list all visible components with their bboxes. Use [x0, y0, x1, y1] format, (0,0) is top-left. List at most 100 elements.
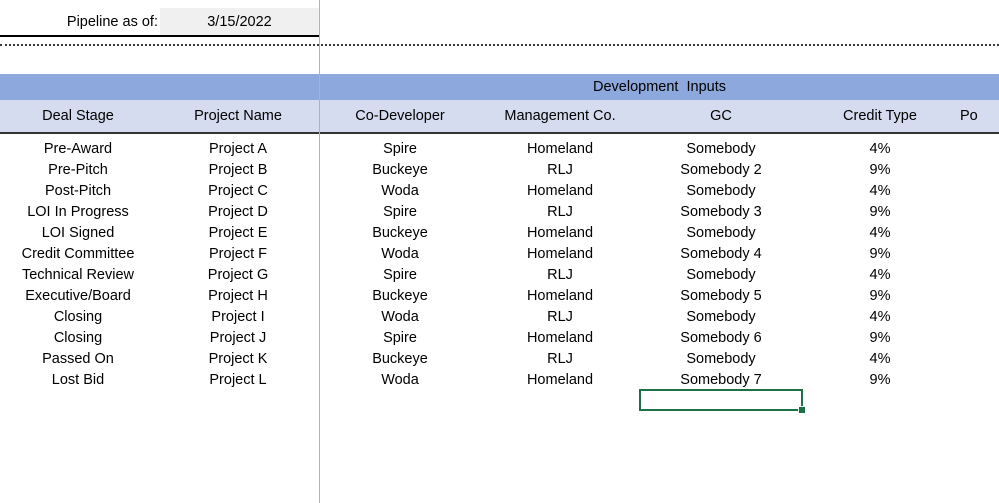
cell-credit-type[interactable]: 4%: [802, 139, 958, 160]
cell-gc[interactable]: Somebody 5: [642, 286, 800, 307]
cell-management-co[interactable]: RLJ: [480, 202, 640, 223]
cell-credit-type[interactable]: 9%: [802, 202, 958, 223]
cell-co-developer[interactable]: Spire: [322, 265, 478, 286]
cell-co-developer[interactable]: Woda: [322, 307, 478, 328]
cell-management-co[interactable]: Homeland: [480, 328, 640, 349]
column-header-co-developer[interactable]: Co-Developer: [322, 100, 478, 132]
cell-credit-type[interactable]: 4%: [802, 223, 958, 244]
cell-project-name[interactable]: Project H: [158, 286, 318, 307]
cell-co-developer[interactable]: Spire: [322, 202, 478, 223]
cell-management-co[interactable]: Homeland: [480, 370, 640, 391]
page-break-dotted-line: [0, 44, 999, 46]
cell-gc[interactable]: Somebody: [642, 139, 800, 160]
cell-deal-stage[interactable]: Executive/Board: [0, 286, 156, 307]
group-header-band-left-pane: [0, 74, 319, 100]
cell-deal-stage[interactable]: Post-Pitch: [0, 181, 156, 202]
cell-co-developer[interactable]: Buckeye: [322, 223, 478, 244]
cell-project-name[interactable]: Project E: [158, 223, 318, 244]
cell-deal-stage[interactable]: Lost Bid: [0, 370, 156, 391]
cell-project-name[interactable]: Project D: [158, 202, 318, 223]
spreadsheet-canvas: Pipeline as of: 3/15/2022 Development In…: [0, 0, 999, 503]
cell-deal-stage[interactable]: Closing: [0, 328, 156, 349]
table-row: LOI In Progress Project D Spire RLJ Somebody…: [0, 202, 999, 223]
cell-deal-stage[interactable]: Closing: [0, 307, 156, 328]
cell-gc[interactable]: Somebody: [642, 349, 800, 370]
cell-gc[interactable]: Somebody: [642, 181, 800, 202]
cell-management-co[interactable]: RLJ: [480, 349, 640, 370]
table-row: Technical Review Project G Spire RLJ Somebod…: [0, 265, 999, 286]
cell-gc[interactable]: Somebody 7: [642, 370, 800, 391]
cell-gc[interactable]: Somebody 2: [642, 160, 800, 181]
cell-co-developer[interactable]: Buckeye: [322, 349, 478, 370]
cell-co-developer[interactable]: Buckeye: [322, 286, 478, 307]
active-cell-selection[interactable]: [639, 389, 803, 411]
cell-project-name[interactable]: Project I: [158, 307, 318, 328]
cell-credit-type[interactable]: 9%: [802, 370, 958, 391]
cell-project-name[interactable]: Project L: [158, 370, 318, 391]
cell-credit-type[interactable]: 4%: [802, 307, 958, 328]
cell-management-co[interactable]: Homeland: [480, 181, 640, 202]
cell-credit-type[interactable]: 9%: [802, 328, 958, 349]
column-header-row: Deal Stage Project Name Co-Developer Man…: [0, 100, 999, 134]
column-header-deal-stage[interactable]: Deal Stage: [0, 100, 156, 132]
pipeline-as-of-date-cell[interactable]: 3/15/2022: [160, 8, 319, 36]
column-header-gc[interactable]: GC: [642, 100, 800, 132]
cell-management-co[interactable]: Homeland: [480, 244, 640, 265]
cell-management-co[interactable]: RLJ: [480, 307, 640, 328]
table-row: Post-Pitch Project C Woda Homeland Somebody 4…: [0, 181, 999, 202]
cell-credit-type[interactable]: 4%: [802, 181, 958, 202]
cell-project-name[interactable]: Project G: [158, 265, 318, 286]
fill-handle[interactable]: [798, 406, 806, 414]
cell-co-developer[interactable]: Woda: [322, 370, 478, 391]
column-header-credit-type[interactable]: Credit Type: [802, 100, 958, 132]
cell-project-name[interactable]: Project K: [158, 349, 318, 370]
cell-credit-type[interactable]: 4%: [802, 349, 958, 370]
cell-gc[interactable]: Somebody: [642, 265, 800, 286]
pipeline-title-row: Pipeline as of: 3/15/2022: [0, 8, 319, 36]
cell-credit-type[interactable]: 9%: [802, 286, 958, 307]
cell-deal-stage[interactable]: Pre-Pitch: [0, 160, 156, 181]
cell-co-developer[interactable]: Spire: [322, 328, 478, 349]
column-header-management-co[interactable]: Management Co.: [480, 100, 640, 132]
column-header-project-name[interactable]: Project Name: [158, 100, 318, 132]
pipeline-as-of-label: Pipeline as of:: [66, 14, 158, 30]
cell-deal-stage[interactable]: Technical Review: [0, 265, 156, 286]
table-row: Credit Committee Project F Woda Homeland Som…: [0, 244, 999, 265]
cell-deal-stage[interactable]: LOI Signed: [0, 223, 156, 244]
cell-co-developer[interactable]: Spire: [322, 139, 478, 160]
cell-credit-type[interactable]: 9%: [802, 244, 958, 265]
cell-project-name[interactable]: Project C: [158, 181, 318, 202]
cell-co-developer[interactable]: Woda: [322, 181, 478, 202]
cell-project-name[interactable]: Project B: [158, 160, 318, 181]
cell-credit-type[interactable]: 4%: [802, 265, 958, 286]
cell-gc[interactable]: Somebody: [642, 223, 800, 244]
table-row: Pre-Award Project A Spire Homeland Somebody 4…: [0, 139, 999, 160]
group-header-band: Development Inputs: [0, 74, 999, 100]
cell-deal-stage[interactable]: LOI In Progress: [0, 202, 156, 223]
cell-deal-stage[interactable]: Passed On: [0, 349, 156, 370]
table-row: Closing Project J Spire Homeland Somebody 69…: [0, 328, 999, 349]
cell-deal-stage[interactable]: Credit Committee: [0, 244, 156, 265]
table-row: Lost Bid Project L Woda Homeland Somebody 79…: [0, 370, 999, 391]
cell-deal-stage[interactable]: Pre-Award: [0, 139, 156, 160]
cell-co-developer[interactable]: Buckeye: [322, 160, 478, 181]
cell-project-name[interactable]: Project J: [158, 328, 318, 349]
cell-gc[interactable]: Somebody 4: [642, 244, 800, 265]
cell-management-co[interactable]: Homeland: [480, 286, 640, 307]
cell-project-name[interactable]: Project A: [158, 139, 318, 160]
cell-gc[interactable]: Somebody: [642, 307, 800, 328]
cell-gc[interactable]: Somebody 6: [642, 328, 800, 349]
frozen-pane-divider: [319, 0, 320, 503]
cell-credit-type[interactable]: 9%: [802, 160, 958, 181]
column-header-clipped[interactable]: Po: [960, 100, 999, 132]
cell-management-co[interactable]: Homeland: [480, 139, 640, 160]
cell-project-name[interactable]: Project F: [158, 244, 318, 265]
cell-gc[interactable]: Somebody 3: [642, 202, 800, 223]
table-row: Pre-Pitch Project B Buckeye RLJ Somebody 2 9%: [0, 160, 999, 181]
cell-management-co[interactable]: RLJ: [480, 265, 640, 286]
group-header-label-development-inputs: Development Inputs: [593, 79, 726, 95]
cell-co-developer[interactable]: Woda: [322, 244, 478, 265]
cell-management-co[interactable]: Homeland: [480, 223, 640, 244]
cell-management-co[interactable]: RLJ: [480, 160, 640, 181]
data-grid: Pre-Award Project A Spire Homeland Somebody 4…: [0, 139, 999, 391]
